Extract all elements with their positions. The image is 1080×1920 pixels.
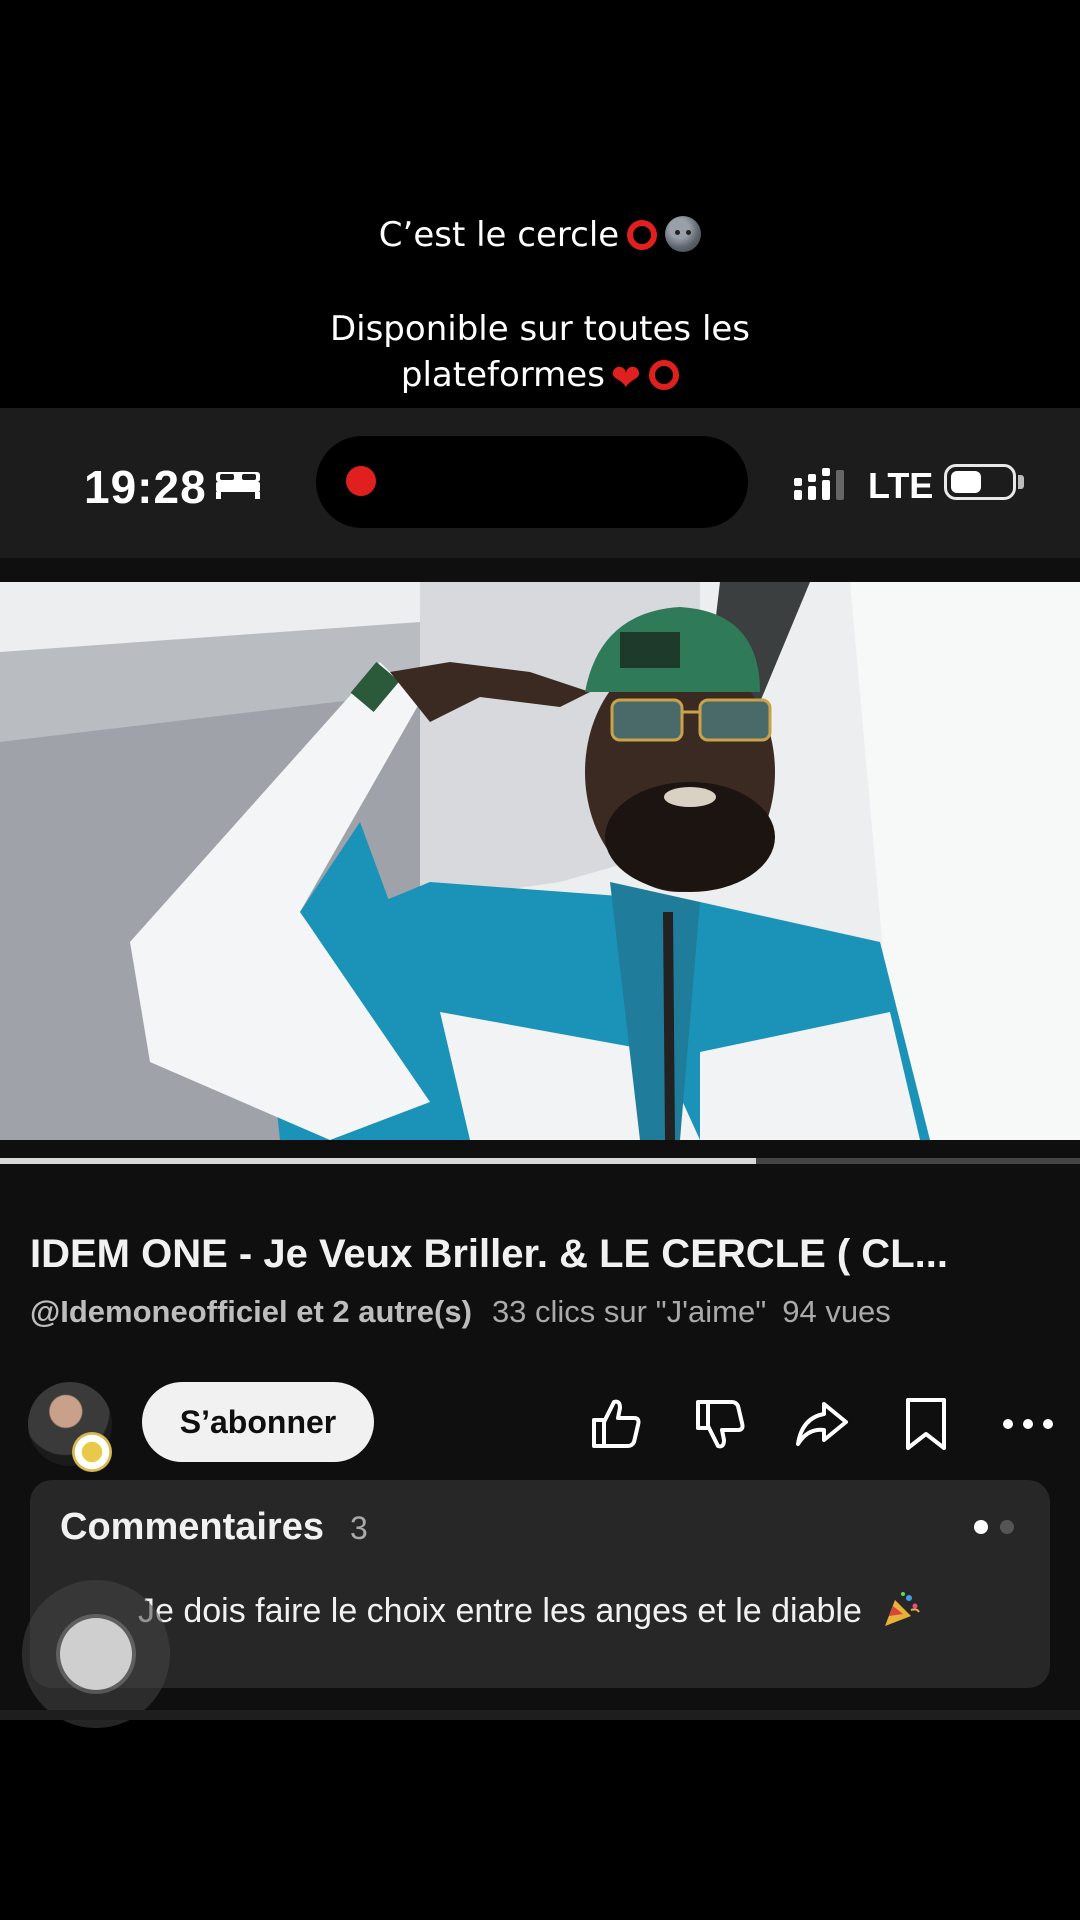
comment-preview-text: Je dois faire le choix entre les anges e… bbox=[138, 1592, 862, 1630]
status-time: 19:28 bbox=[84, 461, 207, 513]
moon-face-icon bbox=[665, 216, 702, 252]
video-frame-image bbox=[0, 582, 1080, 1140]
red-circle-icon bbox=[649, 360, 680, 390]
pager-dot-active bbox=[974, 1520, 988, 1534]
status-bar: 19:28 LTE bbox=[0, 408, 1080, 558]
subscribe-button[interactable]: S’abonner bbox=[142, 1382, 374, 1462]
video-meta: @Idemoneofficiel et 2 autre(s) 33 clics s… bbox=[30, 1294, 891, 1330]
overlay-caption-1: C’est le cercle bbox=[0, 212, 1080, 258]
comments-title: Commentaires bbox=[60, 1506, 324, 1548]
comment-preview: Je dois faire le choix entre les anges e… bbox=[138, 1590, 921, 1631]
dislike-icon[interactable] bbox=[692, 1396, 748, 1452]
video-title[interactable]: IDEM ONE - Je Veux Briller. & LE CERCLE … bbox=[30, 1232, 1050, 1277]
network-type: LTE bbox=[868, 465, 934, 506]
dynamic-island bbox=[316, 436, 748, 528]
save-icon[interactable] bbox=[898, 1396, 954, 1452]
channel-link[interactable]: @Idemoneofficiel et 2 autre(s) bbox=[30, 1294, 472, 1329]
party-popper-icon bbox=[885, 1592, 921, 1626]
heart-icon: ❤ bbox=[610, 358, 642, 399]
like-count: 33 clics sur "J'aime" bbox=[491, 1294, 767, 1329]
comments-card[interactable]: Commentaires 3 Je dois faire le choix en… bbox=[30, 1480, 1050, 1688]
more-icon[interactable] bbox=[1000, 1396, 1056, 1452]
caption-text-2: Disponible sur toutes les bbox=[329, 309, 751, 349]
battery-tip bbox=[1018, 475, 1024, 489]
video-player[interactable] bbox=[0, 582, 1080, 1140]
bed-icon bbox=[216, 472, 260, 499]
overlay-caption-2: Disponible sur toutes les plateformes ❤ bbox=[0, 306, 1080, 402]
view-count: 94 vues bbox=[782, 1294, 891, 1329]
share-icon[interactable] bbox=[794, 1396, 850, 1452]
assistive-touch-button[interactable] bbox=[22, 1580, 170, 1728]
comments-count: 3 bbox=[350, 1510, 368, 1546]
signal-icon bbox=[794, 468, 844, 500]
battery-level bbox=[951, 471, 981, 493]
recording-dot-icon bbox=[346, 466, 376, 496]
avatar-badge bbox=[72, 1432, 112, 1472]
red-circle-icon bbox=[627, 220, 658, 250]
battery-icon bbox=[944, 464, 1016, 500]
like-icon[interactable] bbox=[588, 1396, 644, 1452]
assistive-touch-knob bbox=[60, 1618, 132, 1690]
video-progress-fill bbox=[0, 1158, 756, 1164]
screen-recording: 19:28 LTE IDEM ONE - Je Veux Briller. & … bbox=[0, 408, 1080, 1720]
pager-dot bbox=[1000, 1520, 1014, 1534]
caption-text-1: C’est le cercle bbox=[378, 215, 620, 255]
screen-bottom-edge bbox=[0, 1710, 1080, 1720]
caption-text-3: plateformes bbox=[400, 355, 605, 395]
video-progress-bar[interactable] bbox=[0, 1158, 1080, 1164]
